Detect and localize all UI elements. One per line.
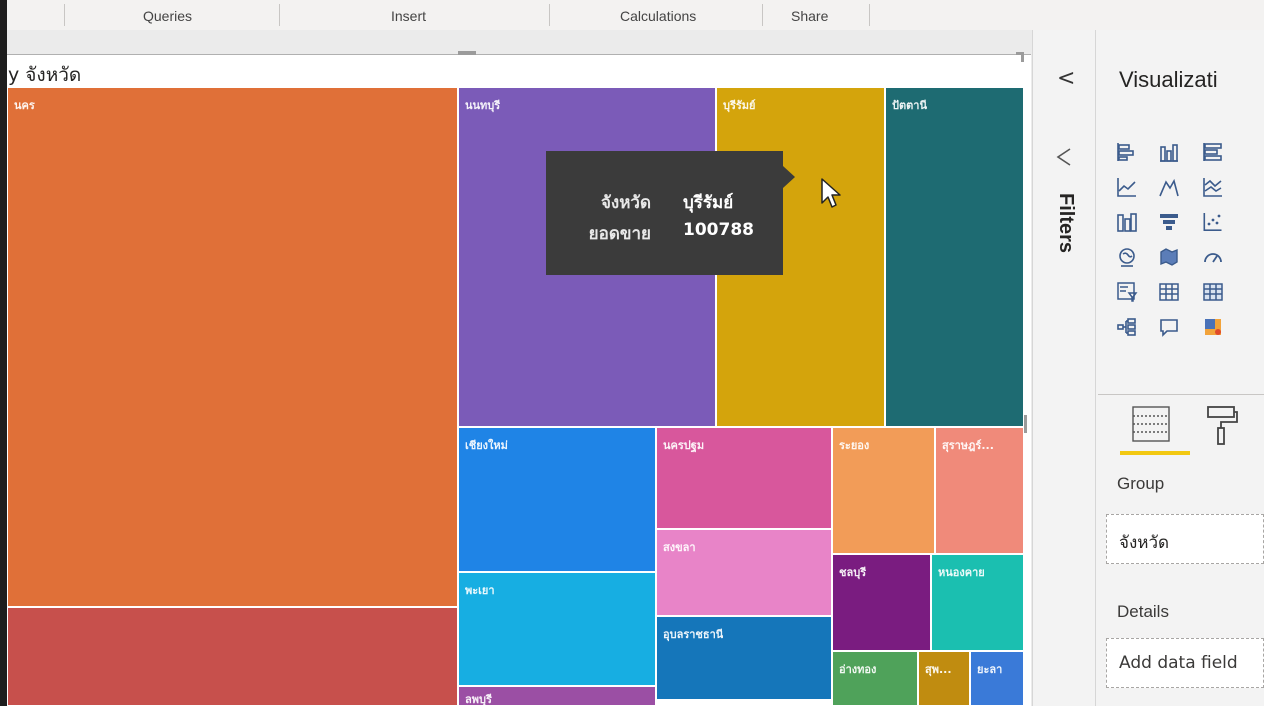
tile-label: นนทบุรี (465, 99, 501, 112)
treemap-tile[interactable]: พะเยา (458, 572, 656, 686)
visual-title: y จังหวัด (8, 64, 82, 86)
ribbon-separator (279, 4, 280, 26)
ribbon-separator (869, 4, 870, 26)
treemap-tile[interactable]: หนองคาย (931, 554, 1024, 651)
tooltip-key: จังหวัด (600, 193, 651, 213)
scatter-chart-icon[interactable] (1198, 207, 1228, 237)
details-well-label: Details (1117, 602, 1169, 621)
treemap-tile[interactable]: สุพ... (918, 651, 970, 706)
ribbon-separator (762, 4, 763, 26)
resize-handle-top[interactable] (458, 51, 476, 55)
r-visual-icon[interactable] (1198, 312, 1228, 342)
filled-map-icon[interactable] (1154, 242, 1184, 272)
ribbon-separator (64, 4, 65, 26)
funnel-chart-icon[interactable] (1154, 207, 1184, 237)
window-edge (0, 0, 7, 706)
treemap-tile[interactable]: ยะลา (970, 651, 1024, 706)
ribbon-group-insert[interactable]: Insert (391, 8, 426, 24)
group-field-well[interactable]: จังหวัด (1106, 514, 1264, 564)
group-field-value: จังหวัด (1119, 533, 1170, 553)
map-icon[interactable] (1112, 242, 1142, 272)
qna-icon[interactable] (1154, 312, 1184, 342)
line-chart-icon[interactable] (1112, 172, 1142, 202)
ribbon-separator (549, 4, 550, 26)
resize-handle-corner[interactable] (1016, 52, 1024, 62)
tooltip-key: ยอดขาย (588, 224, 651, 244)
resize-handle-right[interactable] (1024, 415, 1027, 433)
group-well-label: Group (1117, 474, 1165, 493)
tile-label: สุราษฎร์... (942, 439, 994, 452)
gauge-icon[interactable] (1198, 242, 1228, 272)
treemap-tile[interactable]: อุบลราชธานี (656, 616, 832, 700)
tooltip-value: บุรีรัมย์ (683, 193, 734, 213)
stacked-bar-100-icon[interactable] (1198, 137, 1228, 167)
tile-label: ระยอง (839, 439, 870, 452)
ribbon-group-queries[interactable]: Queries (143, 8, 192, 24)
treemap-tile[interactable]: ปัตตานี (885, 87, 1024, 427)
treemap-tile[interactable]: อ่างทอง (832, 651, 918, 706)
treemap-tile[interactable]: ลพบุรี (458, 686, 656, 706)
tile-label: สุพ... (925, 663, 952, 676)
tile-label: ชลบุรี (839, 566, 867, 579)
area-chart-icon[interactable] (1154, 172, 1184, 202)
tile-label: ลพบุรี (465, 693, 492, 706)
treemap-tile[interactable]: สงขลา (656, 529, 832, 616)
treemap-tile[interactable]: ชลบุรี (832, 554, 931, 651)
tooltip-arrow (783, 166, 795, 188)
format-paint-roller-icon[interactable] (1205, 404, 1239, 448)
ribbon-chart-icon[interactable] (1112, 207, 1142, 237)
fields-tab-icon[interactable] (1130, 404, 1172, 444)
details-placeholder: Add data field (1119, 653, 1238, 673)
collapse-chevron-icon[interactable]: < (1057, 66, 1075, 91)
decomposition-tree-icon[interactable] (1112, 312, 1142, 342)
tile-label: นคร (14, 99, 35, 112)
pane-divider (1098, 394, 1264, 395)
ribbon: Queries Insert Calculations Share (0, 0, 1264, 30)
tile-label: ปัตตานี (892, 99, 927, 112)
tile-label: สงขลา (663, 541, 696, 554)
filter-icon[interactable] (1055, 146, 1073, 168)
table-icon[interactable] (1154, 277, 1184, 307)
tile-label: ยะลา (977, 663, 1003, 676)
stacked-area-chart-icon[interactable] (1198, 172, 1228, 202)
treemap-tile[interactable]: สุราษฎร์... (935, 427, 1024, 554)
treemap-tile[interactable]: เชียงใหม่ (458, 427, 656, 572)
tile-label: หนองคาย (938, 566, 985, 579)
tooltip: จังหวัด บุรีรัมย์ ยอดขาย 100788 (546, 151, 783, 275)
tile-label: นครปฐม (663, 439, 705, 452)
tile-label: พะเยา (465, 584, 495, 597)
stacked-bar-chart-icon[interactable] (1112, 137, 1142, 167)
tile-label: อุบลราชธานี (663, 628, 724, 641)
mouse-cursor-icon (821, 178, 841, 208)
ribbon-group-calculations[interactable]: Calculations (620, 8, 696, 24)
treemap-tile[interactable] (7, 607, 458, 706)
filters-pane[interactable] (1032, 30, 1095, 706)
treemap-tile[interactable]: นครปฐม (656, 427, 832, 529)
details-field-well[interactable]: Add data field (1106, 638, 1264, 688)
matrix-icon[interactable] (1198, 277, 1228, 307)
tile-label: บุรีรัมย์ (723, 99, 756, 112)
filters-pane-label[interactable]: Filters (1054, 193, 1077, 253)
clustered-column-chart-icon[interactable] (1154, 137, 1184, 167)
tooltip-value: 100788 (683, 220, 754, 240)
treemap-tile[interactable]: ระยอง (832, 427, 935, 554)
treemap-tile[interactable]: นคร (7, 87, 458, 607)
tile-label: เชียงใหม่ (465, 439, 508, 452)
ribbon-group-share[interactable]: Share (791, 8, 828, 24)
slicer-icon[interactable] (1112, 277, 1142, 307)
visualizations-title: Visualizati (1119, 67, 1218, 92)
fields-tab-active-indicator (1120, 451, 1190, 455)
tile-label: อ่างทอง (839, 663, 877, 676)
